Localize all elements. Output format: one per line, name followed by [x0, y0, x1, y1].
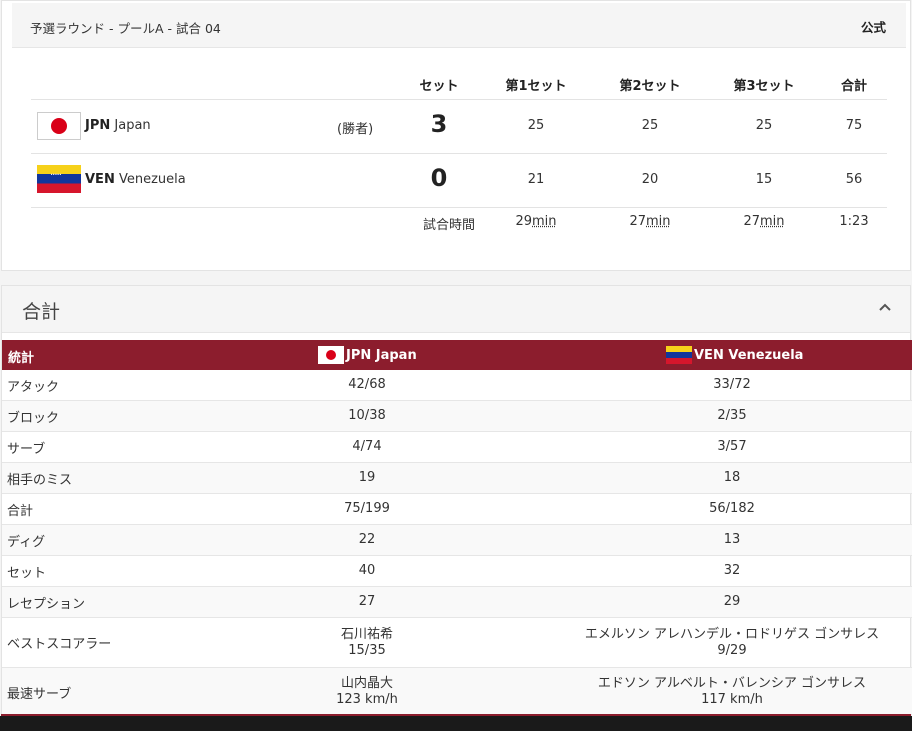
japan-flag-icon: [37, 112, 81, 140]
summary-title: 合計: [22, 301, 61, 323]
set3-score-venezuela: 15: [755, 172, 773, 187]
best-scorer-venezuela-name: エメルソン アレハンデル・ロドリゲス ゴンサレス: [584, 627, 880, 642]
table-row: ブロック 10/38 2/35: [2, 401, 912, 432]
table-row: 合計 75/199 56/182: [2, 494, 912, 525]
match-score-card: 予選ラウンド - プールA - 試合 04 公式 セット 第1セット 第2セット…: [1, 0, 911, 271]
duration-total: 1:23: [839, 214, 869, 229]
team-row-venezuela: VEN Venezuela 0 21 20 15 56: [31, 153, 887, 208]
total-score-japan: 75: [845, 118, 863, 133]
table-row: アタック 42/68 33/72: [2, 370, 912, 401]
sets-won-venezuela: 0: [430, 164, 448, 192]
header-set1: 第1セット: [505, 79, 567, 94]
summary-header[interactable]: 合計: [2, 286, 910, 333]
team-name-venezuela[interactable]: VEN Venezuela: [85, 172, 186, 187]
sets-won-japan: 3: [430, 110, 448, 138]
set2-score-japan: 25: [641, 118, 659, 133]
footer-bar: [0, 716, 912, 731]
set2-score-venezuela: 20: [641, 172, 659, 187]
total-score-venezuela: 56: [845, 172, 863, 187]
duration-label: 試合時間: [422, 218, 475, 233]
duration-row: 試合時間 29min 27min 27min 1:23: [31, 207, 887, 237]
duration-set3: 27min: [743, 214, 785, 229]
chevron-up-icon[interactable]: [878, 300, 892, 314]
set3-score-japan: 25: [755, 118, 773, 133]
header-set3: 第3セット: [733, 79, 795, 94]
fastest-serve-venezuela-name: エドソン アルベルト・バレンシア ゴンサレス: [597, 676, 867, 691]
best-scorer-row: ベストスコアラー 石川祐希 15/35 エメルソン アレハンデル・ロドリゲス ゴ…: [2, 618, 912, 668]
score-header-row: セット 第1セット 第2セット 第3セット 合計: [31, 65, 887, 100]
fastest-serve-row: 最速サーブ 山内晶大 123 km/h エドソン アルベルト・バレンシア ゴンサ…: [2, 668, 912, 715]
duration-set2: 27min: [629, 214, 671, 229]
set1-score-venezuela: 21: [527, 172, 545, 187]
summary-card: 合計 統計 JPN Japan VEN Venezuela アタック 42/68…: [1, 285, 912, 731]
fastest-serve-japan-value: 123 km/h: [336, 692, 398, 707]
best-scorer-japan-value: 15/35: [348, 643, 386, 658]
match-header: 予選ラウンド - プールA - 試合 04 公式: [12, 3, 906, 48]
match-title: 予選ラウンド - プールA - 試合 04: [30, 21, 221, 36]
stats-label: 統計: [8, 351, 35, 366]
team-name-japan[interactable]: JPN Japan: [85, 118, 151, 133]
fastest-serve-japan-name: 山内晶大: [340, 676, 393, 691]
header-sets: セット: [419, 79, 459, 94]
duration-set1: 29min: [515, 214, 557, 229]
stats-header-row: 統計 JPN Japan VEN Venezuela: [2, 340, 912, 370]
table-row: レセプション 27 29: [2, 587, 912, 618]
stats-team2-header: VEN Venezuela: [666, 344, 803, 366]
venezuela-flag-icon: [666, 346, 692, 364]
winner-label: (勝者): [337, 122, 374, 137]
header-set2: 第2セット: [619, 79, 681, 94]
stats-team1-header: JPN Japan: [318, 344, 417, 366]
table-row: 相手のミス 19 18: [2, 463, 912, 494]
venezuela-flag-icon: [37, 165, 81, 193]
table-row: サーブ 4/74 3/57: [2, 432, 912, 463]
table-row: セット 40 32: [2, 556, 912, 587]
best-scorer-japan-name: 石川祐希: [340, 627, 393, 642]
japan-flag-icon: [318, 346, 344, 364]
official-badge: 公式: [860, 20, 886, 35]
fastest-serve-venezuela-value: 117 km/h: [701, 692, 763, 707]
team-row-japan: JPN Japan (勝者) 3 25 25 25 75: [31, 99, 887, 154]
set1-score-japan: 25: [527, 118, 545, 133]
table-row: ディグ 22 13: [2, 525, 912, 556]
header-total: 合計: [840, 79, 867, 94]
best-scorer-venezuela-value: 9/29: [717, 643, 747, 658]
best-scorer-label: ベストスコアラー: [7, 637, 112, 652]
fastest-serve-label: 最速サーブ: [7, 687, 72, 702]
